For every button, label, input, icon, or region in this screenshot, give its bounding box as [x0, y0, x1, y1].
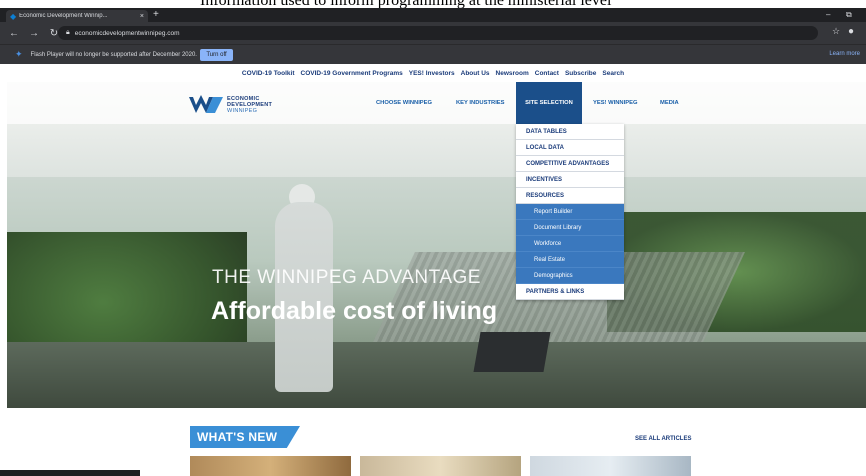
new-tab-button[interactable]: + [153, 10, 159, 20]
nav-media[interactable]: MEDIA [660, 82, 679, 124]
submenu-real-estate[interactable]: Real Estate [516, 252, 624, 268]
menu-partners-links[interactable]: PARTNERS & LINKS [516, 284, 624, 300]
browser-tab[interactable]: ◆ Economic Development Winnip... × [6, 10, 148, 22]
util-about-us[interactable]: About Us [461, 70, 490, 77]
submenu-report-builder[interactable]: Report Builder [516, 204, 624, 220]
util-yes-investors[interactable]: YES! Investors [409, 70, 455, 77]
submenu-demographics[interactable]: Demographics [516, 268, 624, 284]
nav-yes-label: YES! WINNIPEG [593, 100, 638, 106]
profile-icon[interactable]: ● [848, 26, 854, 37]
nav-industries-label: KEY INDUSTRIES [456, 100, 505, 106]
document-text-above: Information used to inform programming a… [0, 0, 866, 8]
util-covid-programs[interactable]: COVID-19 Government Programs [301, 70, 403, 77]
address-bar: ← → ↻ 🔒︎ economicdevelopmentwinnipeg.com… [0, 22, 866, 44]
util-subscribe[interactable]: Subscribe [565, 70, 596, 77]
back-icon[interactable]: ← [8, 28, 20, 39]
site-header: ECONOMIC DEVELOPMENT WINNIPEG CHOOSE WIN… [7, 82, 866, 124]
util-contact[interactable]: Contact [535, 70, 559, 77]
nav-choose-label: CHOOSE WINNIPEG [376, 100, 433, 106]
nav-yes-winnipeg[interactable]: YES! WINNIPEG [593, 82, 637, 124]
nav-media-label: MEDIA [660, 100, 679, 106]
article-thumbnail[interactable] [530, 456, 691, 476]
whats-new-banner: WHAT'S NEW [190, 426, 300, 448]
menu-incentives[interactable]: INCENTIVES [516, 172, 624, 188]
tab-title: Economic Development Winnip... [19, 13, 108, 19]
hero-headline: Affordable cost of living [211, 297, 498, 325]
logo-line3: WINNIPEG [227, 108, 258, 114]
hero-tagline: THE WINNIPEG ADVANTAGE [212, 267, 481, 288]
flash-infobar: ✦ Flash Player will no longer be support… [0, 44, 866, 64]
utility-nav: COVID-19 Toolkit COVID-19 Government Pro… [0, 64, 866, 82]
whats-new-section: WHAT'S NEW SEE ALL ARTICLES [0, 408, 866, 476]
puzzle-icon: ✦ [15, 49, 23, 59]
logo-text: ECONOMIC DEVELOPMENT WINNIPEG [227, 96, 272, 114]
favicon-icon: ◆ [10, 11, 17, 21]
restore-button[interactable]: ⧉ [846, 10, 852, 20]
minimize-button[interactable]: – [826, 10, 830, 19]
forward-icon[interactable]: → [28, 28, 40, 39]
turn-off-button[interactable]: Turn off [200, 49, 233, 61]
logo-w-icon [189, 95, 223, 115]
learn-more-link[interactable]: Learn more [829, 51, 860, 57]
nav-site-selection-label: SITE SELECTION [525, 100, 573, 106]
util-covid-toolkit[interactable]: COVID-19 Toolkit [242, 70, 295, 77]
above-text: Information used to inform programming a… [200, 0, 611, 8]
menu-local-data[interactable]: LOCAL DATA [516, 140, 624, 156]
menu-resources[interactable]: RESOURCES [516, 188, 624, 204]
menu-competitive-advantages[interactable]: COMPETITIVE ADVANTAGES [516, 156, 624, 172]
infobar-message: Flash Player will no longer be supported… [30, 51, 197, 58]
see-all-articles-link[interactable]: SEE ALL ARTICLES [635, 436, 691, 442]
submenu-workforce[interactable]: Workforce [516, 236, 624, 252]
url-text: economicdevelopmentwinnipeg.com [74, 29, 180, 37]
menu-data-tables[interactable]: DATA TABLES [516, 124, 624, 140]
submenu-document-library[interactable]: Document Library [516, 220, 624, 236]
browser-tab-bar: ◆ Economic Development Winnip... × + – ⧉ [0, 8, 866, 22]
footer-strip [0, 470, 140, 476]
nav-site-selection[interactable]: SITE SELECTION [516, 82, 582, 124]
hero-laptop [473, 332, 551, 372]
hero-floor [7, 342, 866, 408]
nav-choose-winnipeg[interactable]: CHOOSE WINNIPEG [376, 82, 432, 124]
article-thumbnail[interactable] [190, 456, 351, 476]
util-search[interactable]: Search [602, 70, 624, 77]
bookmark-star-icon[interactable]: ☆ [832, 26, 840, 37]
tab-close-icon[interactable]: × [140, 13, 144, 20]
hero-banner: ECONOMIC DEVELOPMENT WINNIPEG CHOOSE WIN… [7, 82, 866, 408]
site-logo[interactable]: ECONOMIC DEVELOPMENT WINNIPEG [189, 95, 272, 115]
site-selection-dropdown: DATA TABLES LOCAL DATA COMPETITIVE ADVAN… [516, 124, 624, 300]
whats-new-title: WHAT'S NEW [197, 430, 278, 444]
url-field[interactable]: 🔒︎ economicdevelopmentwinnipeg.com [58, 26, 818, 40]
util-newsroom[interactable]: Newsroom [496, 70, 529, 77]
lock-icon: 🔒︎ [66, 29, 70, 36]
article-thumbnail[interactable] [360, 456, 521, 476]
nav-key-industries[interactable]: KEY INDUSTRIES [456, 82, 505, 124]
